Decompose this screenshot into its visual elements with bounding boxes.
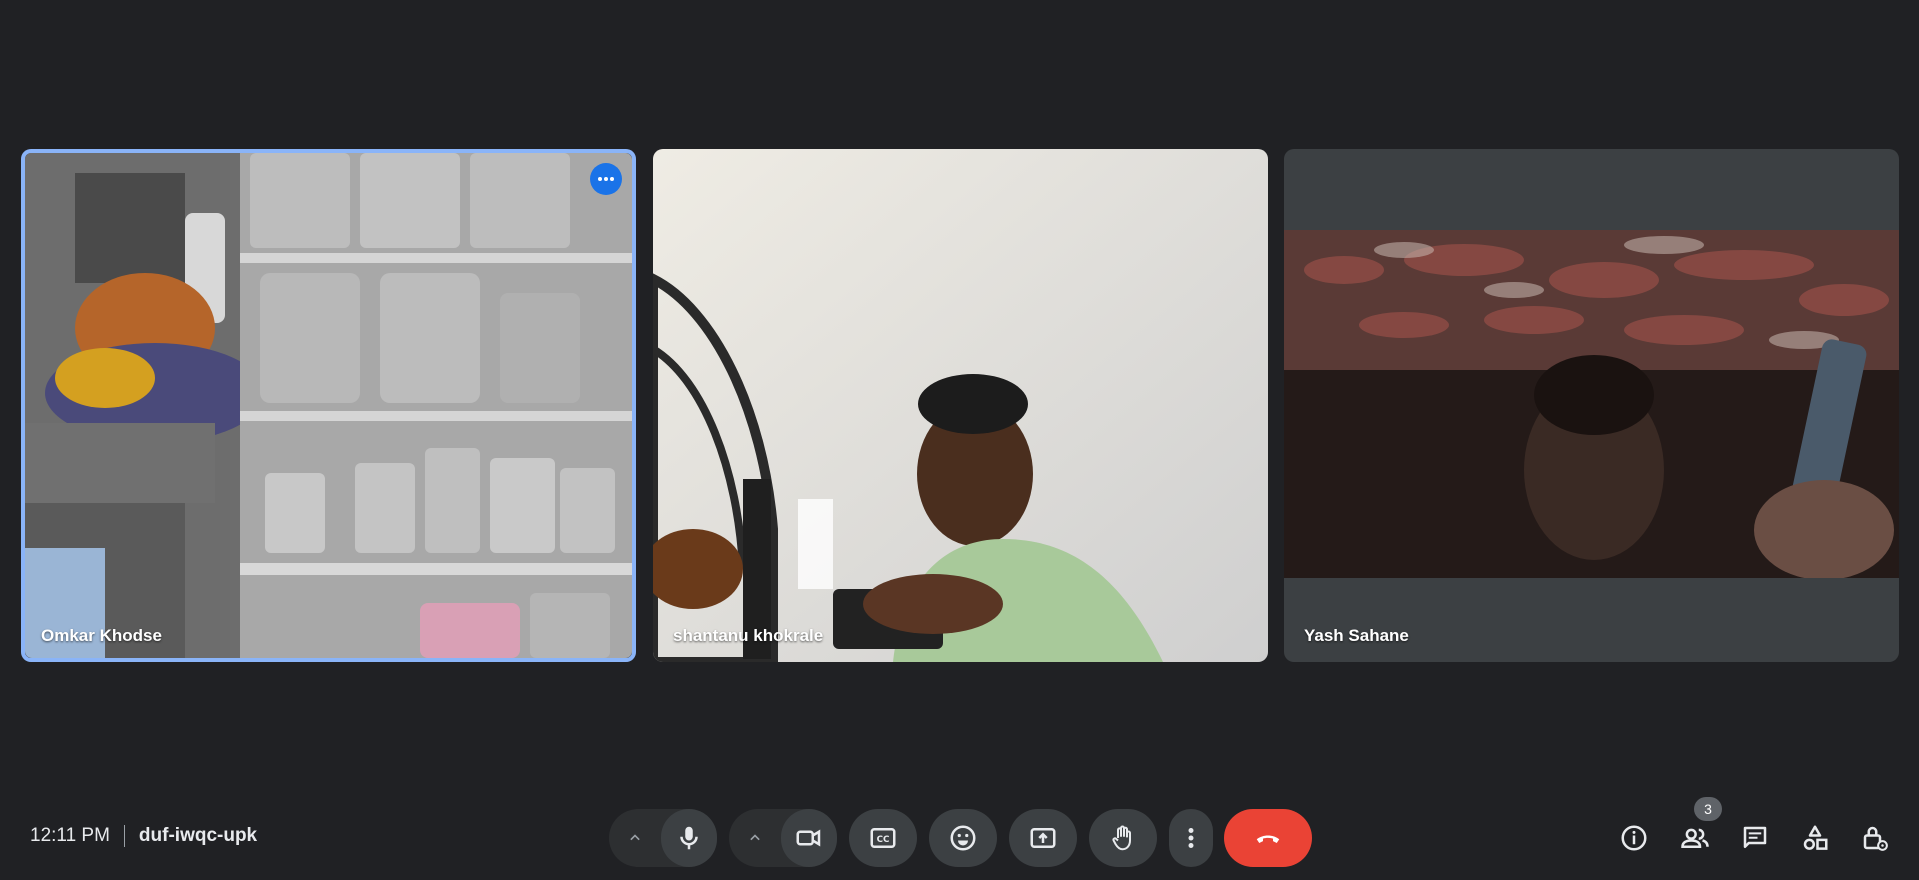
video-feed bbox=[653, 149, 1268, 662]
info-icon bbox=[1621, 825, 1647, 851]
raise-hand-button[interactable] bbox=[1089, 809, 1157, 867]
captions-icon: CC bbox=[870, 828, 896, 848]
mic-icon bbox=[680, 826, 698, 850]
activities-button[interactable] bbox=[1797, 820, 1833, 856]
video-feed bbox=[1284, 230, 1899, 580]
chevron-up-icon bbox=[630, 834, 640, 841]
video-frame bbox=[1284, 230, 1899, 580]
more-options-button[interactable] bbox=[1169, 809, 1213, 867]
svg-text:CC: CC bbox=[877, 835, 890, 845]
video-frame bbox=[25, 153, 632, 658]
video-frame bbox=[653, 149, 1268, 662]
separator bbox=[123, 825, 125, 847]
audio-options-button[interactable] bbox=[609, 809, 661, 867]
end-call-icon bbox=[1256, 835, 1280, 843]
video-options-button[interactable] bbox=[729, 809, 781, 867]
video-feed bbox=[25, 153, 632, 658]
mic-button[interactable] bbox=[661, 809, 717, 867]
participant-name: Yash Sahane bbox=[1304, 626, 1409, 645]
meeting-info: 12:11 PM duf-iwqc-upk bbox=[30, 825, 257, 847]
camera-button[interactable] bbox=[781, 809, 837, 867]
chat-button[interactable] bbox=[1737, 820, 1773, 856]
camera-group bbox=[729, 809, 837, 867]
captions-button[interactable]: CC bbox=[849, 809, 917, 867]
participant-tile-shantanu[interactable]: shantanu khokrale bbox=[653, 149, 1268, 662]
meeting-time: 12:11 PM bbox=[30, 825, 110, 846]
activities-icon bbox=[1803, 825, 1828, 850]
camera-icon bbox=[796, 829, 821, 847]
mic-group bbox=[609, 809, 717, 867]
participant-tile-omkar[interactable]: Omkar Khodse bbox=[21, 149, 636, 662]
people-count-badge: 3 bbox=[1694, 797, 1722, 821]
participant-tile-yash[interactable]: Yash Sahane bbox=[1284, 149, 1899, 662]
chat-icon bbox=[1743, 826, 1767, 848]
more-options-button[interactable] bbox=[590, 163, 622, 195]
meeting-code: duf-iwqc-upk bbox=[138, 825, 258, 846]
host-controls-icon bbox=[1863, 826, 1888, 851]
people-icon bbox=[1681, 828, 1709, 848]
raise-hand-icon bbox=[1112, 825, 1131, 851]
participant-name: Omkar Khodse bbox=[41, 626, 162, 645]
more-options-icon bbox=[598, 177, 614, 181]
chevron-up-icon bbox=[750, 834, 760, 841]
end-call-button[interactable] bbox=[1224, 809, 1312, 867]
present-button[interactable] bbox=[1009, 809, 1077, 867]
participant-name: shantanu khokrale bbox=[673, 626, 824, 645]
emoji-icon bbox=[950, 825, 976, 851]
host-controls-button[interactable] bbox=[1857, 820, 1893, 856]
people-button[interactable] bbox=[1677, 820, 1713, 856]
more-vert-icon bbox=[1188, 828, 1194, 848]
meeting-details-button[interactable] bbox=[1616, 820, 1652, 856]
present-icon bbox=[1030, 828, 1056, 848]
reactions-button[interactable] bbox=[929, 809, 997, 867]
